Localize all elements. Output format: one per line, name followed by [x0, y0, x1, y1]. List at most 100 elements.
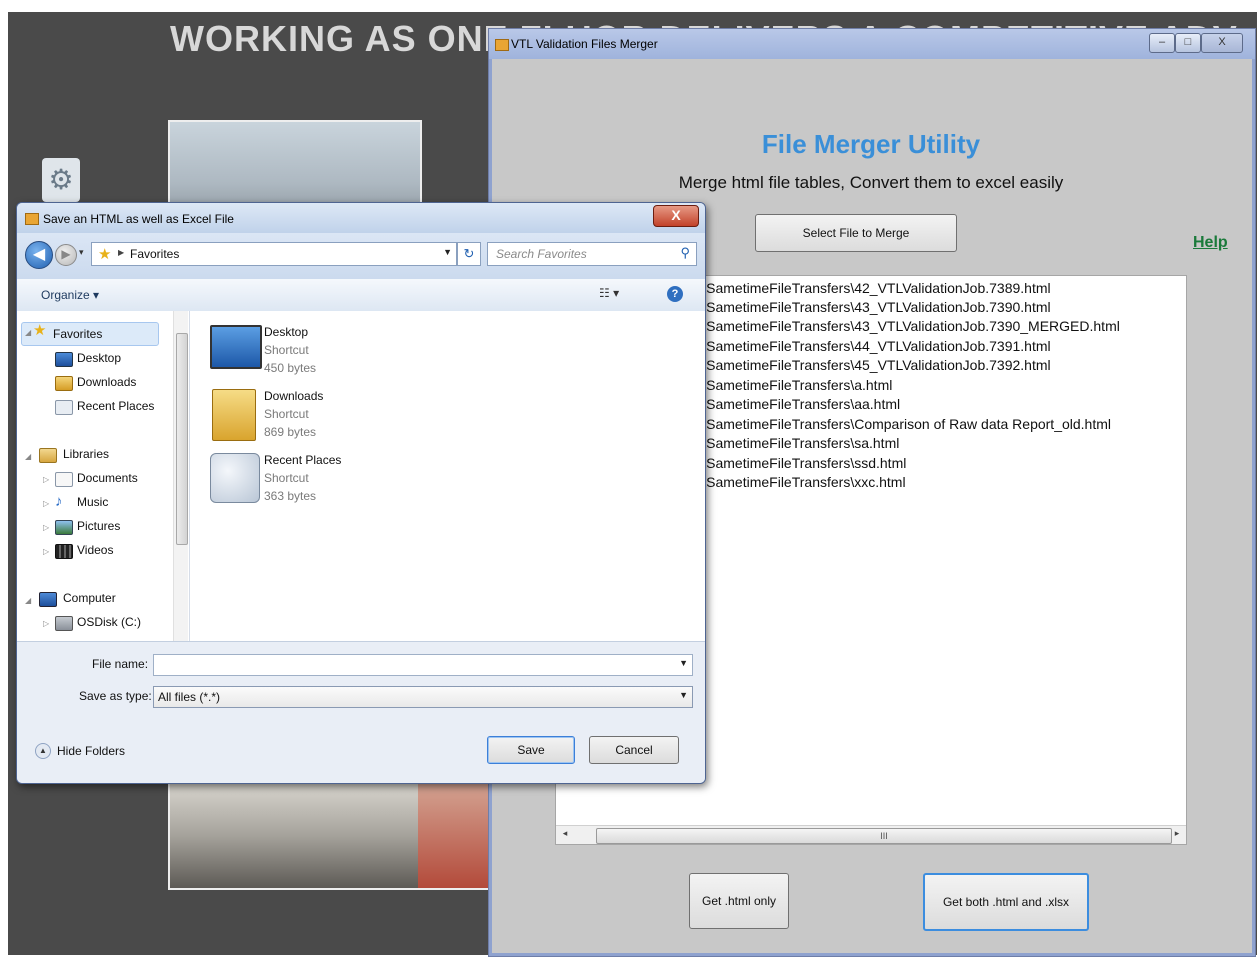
refresh-icon[interactable]: ↻ [457, 242, 481, 266]
collapse-arrow-icon[interactable]: ▷ [43, 523, 49, 532]
scroll-thumb[interactable] [176, 333, 188, 545]
item-size: 450 bytes [264, 361, 317, 375]
address-dropdown-icon[interactable]: ▼ [443, 247, 452, 257]
list-item[interactable]: nents\SametimeFileTransfers\42_VTLValida… [668, 280, 1051, 296]
breadcrumb[interactable]: Favorites [130, 247, 179, 261]
select-file-button[interactable]: Select File to Merge [755, 214, 957, 252]
expand-arrow-icon[interactable]: ◢ [25, 596, 31, 605]
downloads-folder-icon[interactable] [212, 389, 256, 441]
sidebar-item-music[interactable]: Music [77, 495, 108, 509]
address-bar-area: ◀ ▶ ▾ ★ ▶ Favorites ▼ ↻ Search Favorites… [17, 233, 705, 279]
collapse-arrow-icon[interactable]: ▷ [43, 619, 49, 628]
item-size: 869 bytes [264, 425, 317, 439]
scroll-right-arrow-icon[interactable]: ▸ [1170, 828, 1184, 842]
sidebar-item-desktop[interactable]: Desktop [77, 351, 121, 365]
videos-icon [55, 544, 73, 559]
search-placeholder: Search Favorites [496, 247, 587, 261]
organize-menu-button[interactable]: Organize ▾ [41, 288, 99, 302]
sidebar-item-osdisk[interactable]: OSDisk (C:) [77, 615, 141, 629]
list-item[interactable]: nents\SametimeFileTransfers\43_VTLValida… [668, 299, 1051, 315]
sidebar-item-documents[interactable]: Documents [77, 471, 138, 485]
expand-arrow-icon[interactable]: ◢ [25, 328, 31, 337]
get-html-only-button[interactable]: Get .html only [689, 873, 789, 929]
nav-scrollbar[interactable] [173, 311, 188, 641]
horizontal-scrollbar[interactable]: ◂ III ▸ [556, 825, 1186, 844]
sidebar-item-downloads[interactable]: Downloads [77, 375, 136, 389]
file-name-label: File name: [92, 657, 149, 671]
dialog-close-button[interactable]: X [653, 205, 699, 227]
sidebar-item-libraries[interactable]: Libraries [63, 447, 109, 461]
slide-photo-workers [168, 780, 422, 890]
collapse-arrow-icon[interactable]: ▷ [43, 547, 49, 556]
sidebar-item-computer[interactable]: Computer [63, 591, 116, 605]
scroll-left-arrow-icon[interactable]: ◂ [558, 828, 572, 842]
chevron-up-icon[interactable]: ▲ [35, 743, 51, 759]
downloads-folder-icon [55, 376, 73, 391]
favorites-star-icon: ★ [33, 322, 47, 339]
computer-icon [39, 592, 57, 607]
item-type: Shortcut [264, 407, 309, 421]
sidebar-item-videos[interactable]: Videos [77, 543, 113, 557]
collapse-arrow-icon[interactable]: ▷ [43, 475, 49, 484]
address-bar[interactable]: ★ ▶ Favorites ▼ [91, 242, 457, 266]
hide-folders-button[interactable]: Hide Folders [57, 744, 125, 758]
search-input[interactable]: Search Favorites ⚲ [487, 242, 697, 266]
list-item[interactable]: nents\SametimeFileTransfers\44_VTLValida… [668, 338, 1051, 354]
documents-icon [55, 472, 73, 487]
search-icon[interactable]: ⚲ [680, 245, 690, 261]
collapse-arrow-icon[interactable]: ▷ [43, 499, 49, 508]
file-name-input[interactable]: ▼ [153, 654, 693, 676]
item-type: Shortcut [264, 343, 309, 357]
save-file-dialog: Save an HTML as well as Excel File X ◀ ▶… [16, 202, 706, 784]
expand-arrow-icon[interactable]: ◢ [25, 452, 31, 461]
help-link[interactable]: Help [1193, 234, 1228, 252]
sidebar-item-recent-places[interactable]: Recent Places [77, 399, 154, 413]
chevron-down-icon[interactable]: ▼ [679, 658, 688, 668]
item-name[interactable]: Recent Places [264, 453, 341, 467]
sidebar-item-pictures[interactable]: Pictures [77, 519, 120, 533]
scroll-thumb[interactable]: III [596, 828, 1172, 844]
dialog-titlebar[interactable]: Save an HTML as well as Excel File X [17, 203, 705, 233]
app-icon [25, 213, 39, 225]
file-pane: Desktop Shortcut 450 bytes Downloads Sho… [190, 311, 705, 641]
save-button[interactable]: Save [487, 736, 575, 764]
cancel-button[interactable]: Cancel [589, 736, 679, 764]
close-button[interactable]: X [1201, 33, 1243, 53]
item-name[interactable]: Downloads [264, 389, 323, 403]
item-name[interactable]: Desktop [264, 325, 308, 339]
favorites-star-icon: ★ [98, 246, 112, 263]
get-html-and-xlsx-button[interactable]: Get both .html and .xlsx [923, 873, 1089, 931]
back-arrow-icon[interactable]: ◀ [25, 241, 53, 269]
list-item[interactable]: nents\SametimeFileTransfers\43_VTLValida… [668, 318, 1120, 334]
dialog-bottom-panel: File name: ▼ Save as type: All files (*.… [17, 641, 705, 783]
vtl-titlebar[interactable]: VTL Validation Files Merger – □ X [489, 29, 1255, 59]
pictures-icon [55, 520, 73, 535]
desktop-icon [55, 352, 73, 367]
vtl-window-title: VTL Validation Files Merger [511, 37, 658, 51]
item-type: Shortcut [264, 471, 309, 485]
navigation-pane: ◢ ★ Favorites Desktop Downloads Recent P… [17, 311, 190, 641]
save-type-value: All files (*.*) [158, 690, 221, 704]
help-icon[interactable]: ? [667, 286, 683, 302]
minimize-button[interactable]: – [1149, 33, 1175, 53]
forward-arrow-icon[interactable]: ▶ [55, 244, 77, 266]
recent-places-icon [55, 400, 73, 415]
page-title: File Merger Utility [761, 129, 981, 159]
sidebar-item-favorites[interactable]: Favorites [53, 327, 102, 341]
slide-photo-person [418, 780, 492, 890]
gear-icon[interactable]: ⚙ [42, 158, 80, 202]
breadcrumb-arrow-icon[interactable]: ▶ [118, 248, 124, 257]
dialog-title: Save an HTML as well as Excel File [43, 212, 234, 226]
save-type-select[interactable]: All files (*.*) ▼ [153, 686, 693, 708]
chevron-down-icon[interactable]: ▼ [679, 690, 688, 700]
desktop-icon[interactable] [210, 325, 262, 369]
music-icon: ♪ [55, 493, 63, 510]
recent-places-icon[interactable] [210, 453, 260, 503]
maximize-button[interactable]: □ [1175, 33, 1201, 53]
libraries-icon [39, 448, 57, 463]
views-menu-icon[interactable]: ☷ ▾ [599, 286, 619, 300]
list-item[interactable]: nents\SametimeFileTransfers\45_VTLValida… [668, 357, 1051, 373]
list-item[interactable]: nents\SametimeFileTransfers\Comparison o… [668, 416, 1111, 432]
item-size: 363 bytes [264, 489, 317, 503]
history-dropdown-icon[interactable]: ▾ [79, 247, 84, 258]
